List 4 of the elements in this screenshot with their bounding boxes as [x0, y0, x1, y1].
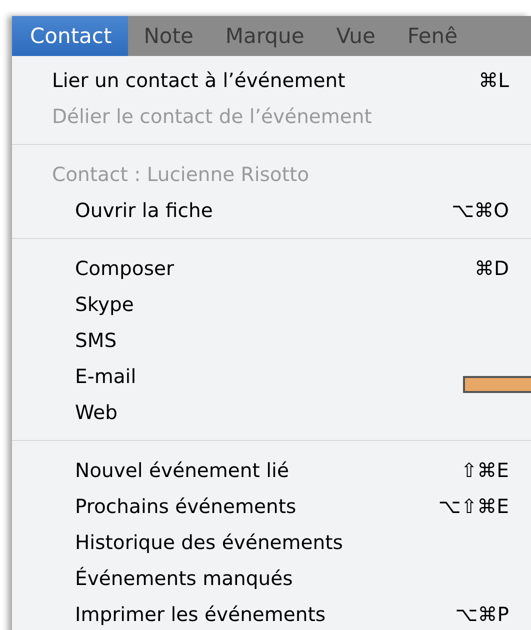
menu-section-header: Contact : Lucienne Risotto	[51, 162, 310, 188]
menu-bar-item[interactable]: Contact	[12, 16, 128, 56]
calendar-event-bar	[463, 376, 531, 393]
menu-item[interactable]: Lier un contact à l’événement ⌘L	[12, 62, 531, 98]
